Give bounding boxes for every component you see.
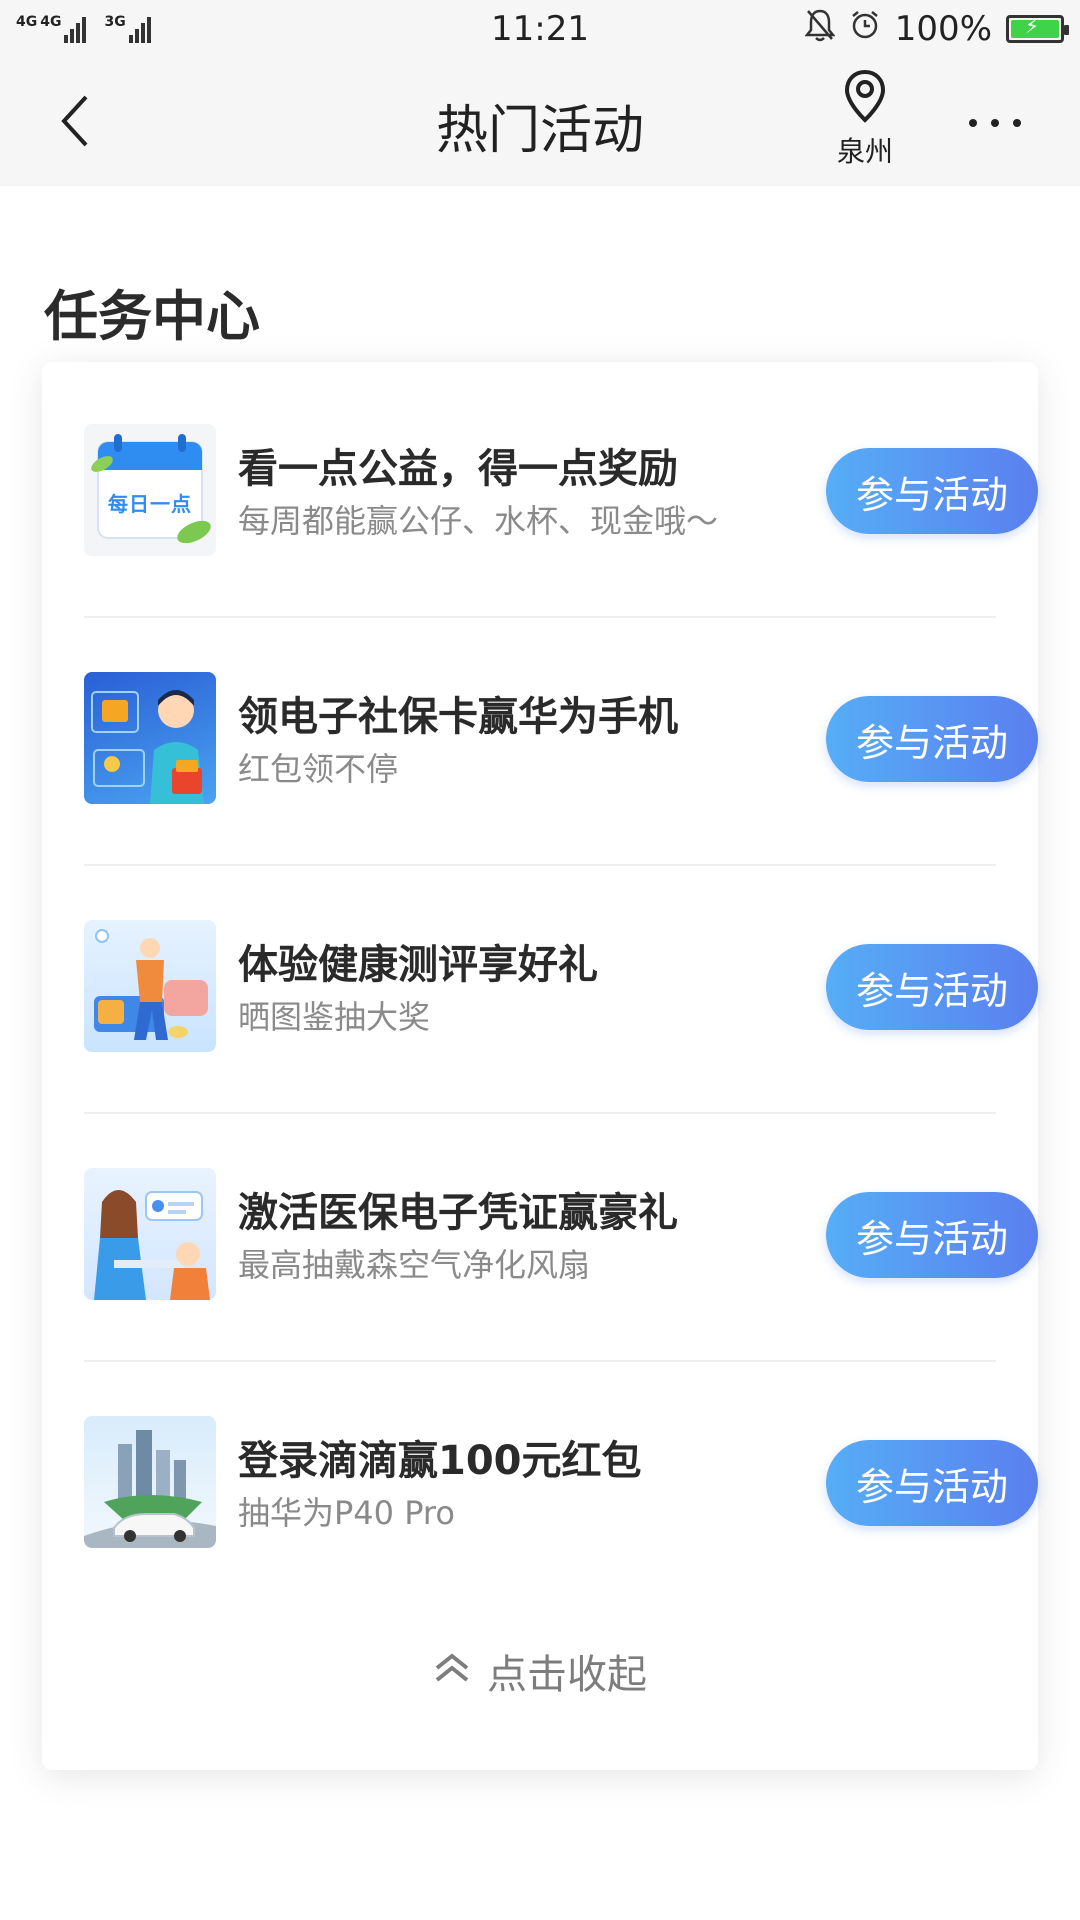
status-bar: 4G 4G 3G 11:21 100% [0, 0, 1080, 58]
bell-off-icon [804, 8, 836, 51]
task-thumbnail [84, 1416, 216, 1548]
task-subtitle: 每周都能赢公仔、水杯、现金哦～ [238, 502, 719, 540]
task-subtitle: 抽华为P40 Pro [238, 1494, 455, 1532]
more-button[interactable] [950, 88, 1040, 158]
battery-charging-icon [1006, 14, 1069, 43]
join-activity-button[interactable]: 参与活动 [826, 1440, 1038, 1526]
alarm-icon [849, 9, 881, 50]
more-dots-icon [969, 119, 977, 127]
nav-bar: 热门活动 泉州 [0, 58, 1080, 186]
task-thumbnail [84, 672, 216, 804]
task-subtitle: 红包领不停 [238, 750, 399, 788]
section-title: 任务中心 [44, 285, 260, 348]
task-subtitle: 最高抽戴森空气净化风扇 [238, 1246, 591, 1284]
more-dots-icon [1013, 119, 1021, 127]
join-activity-button[interactable]: 参与活动 [826, 448, 1038, 534]
network-type-label: 3G [104, 14, 126, 30]
task-title: 领电子社保卡赢华为手机 [238, 694, 678, 740]
thumbnail-label: 每日一点 [108, 492, 192, 516]
task-center-card: 每日一点 看一点公益，得一点奖励 每周都能赢公仔、水杯、现金哦～ 参与活动 领电… [42, 362, 1038, 1770]
network-type-label: 4G [16, 14, 38, 30]
double-chevron-up-icon [433, 1648, 471, 1694]
task-title: 激活医保电子凭证赢豪礼 [238, 1190, 678, 1236]
task-item[interactable]: 每日一点 看一点公益，得一点奖励 每周都能赢公仔、水杯、现金哦～ 参与活动 [84, 362, 1038, 610]
task-title: 登录滴滴赢100元红包 [238, 1438, 642, 1484]
network-indicators: 4G 4G 3G [16, 15, 151, 43]
more-dots-icon [991, 119, 999, 127]
task-subtitle: 晒图鉴抽大奖 [238, 998, 431, 1036]
task-thumbnail: 每日一点 [84, 424, 216, 556]
signal-icon: 4G 4G [16, 14, 87, 43]
join-activity-button[interactable]: 参与活动 [826, 1192, 1038, 1278]
signal-icon: 3G [104, 14, 151, 43]
network-type-label: 4G [40, 14, 62, 30]
battery-percent: 100% [894, 9, 992, 49]
location-selector[interactable]: 泉州 [820, 68, 910, 178]
collapse-button[interactable]: 点击收起 [42, 1642, 1038, 1700]
task-item[interactable]: 激活医保电子凭证赢豪礼 最高抽戴森空气净化风扇 参与活动 [84, 1106, 1038, 1354]
task-title: 看一点公益，得一点奖励 [238, 446, 678, 492]
task-item[interactable]: 领电子社保卡赢华为手机 红包领不停 参与活动 [84, 610, 1038, 858]
task-item[interactable]: 登录滴滴赢100元红包 抽华为P40 Pro 参与活动 [84, 1354, 1038, 1602]
task-thumbnail [84, 920, 216, 1052]
task-item[interactable]: 体验健康测评享好礼 晒图鉴抽大奖 参与活动 [84, 858, 1038, 1106]
page-title: 热门活动 [435, 101, 644, 161]
task-title: 体验健康测评享好礼 [238, 942, 598, 988]
collapse-label: 点击收起 [487, 1652, 647, 1698]
join-activity-button[interactable]: 参与活动 [826, 944, 1038, 1030]
task-thumbnail [84, 1168, 216, 1300]
join-activity-button[interactable]: 参与活动 [826, 696, 1038, 782]
city-label: 泉州 [836, 135, 893, 168]
location-pin-icon [842, 68, 888, 128]
